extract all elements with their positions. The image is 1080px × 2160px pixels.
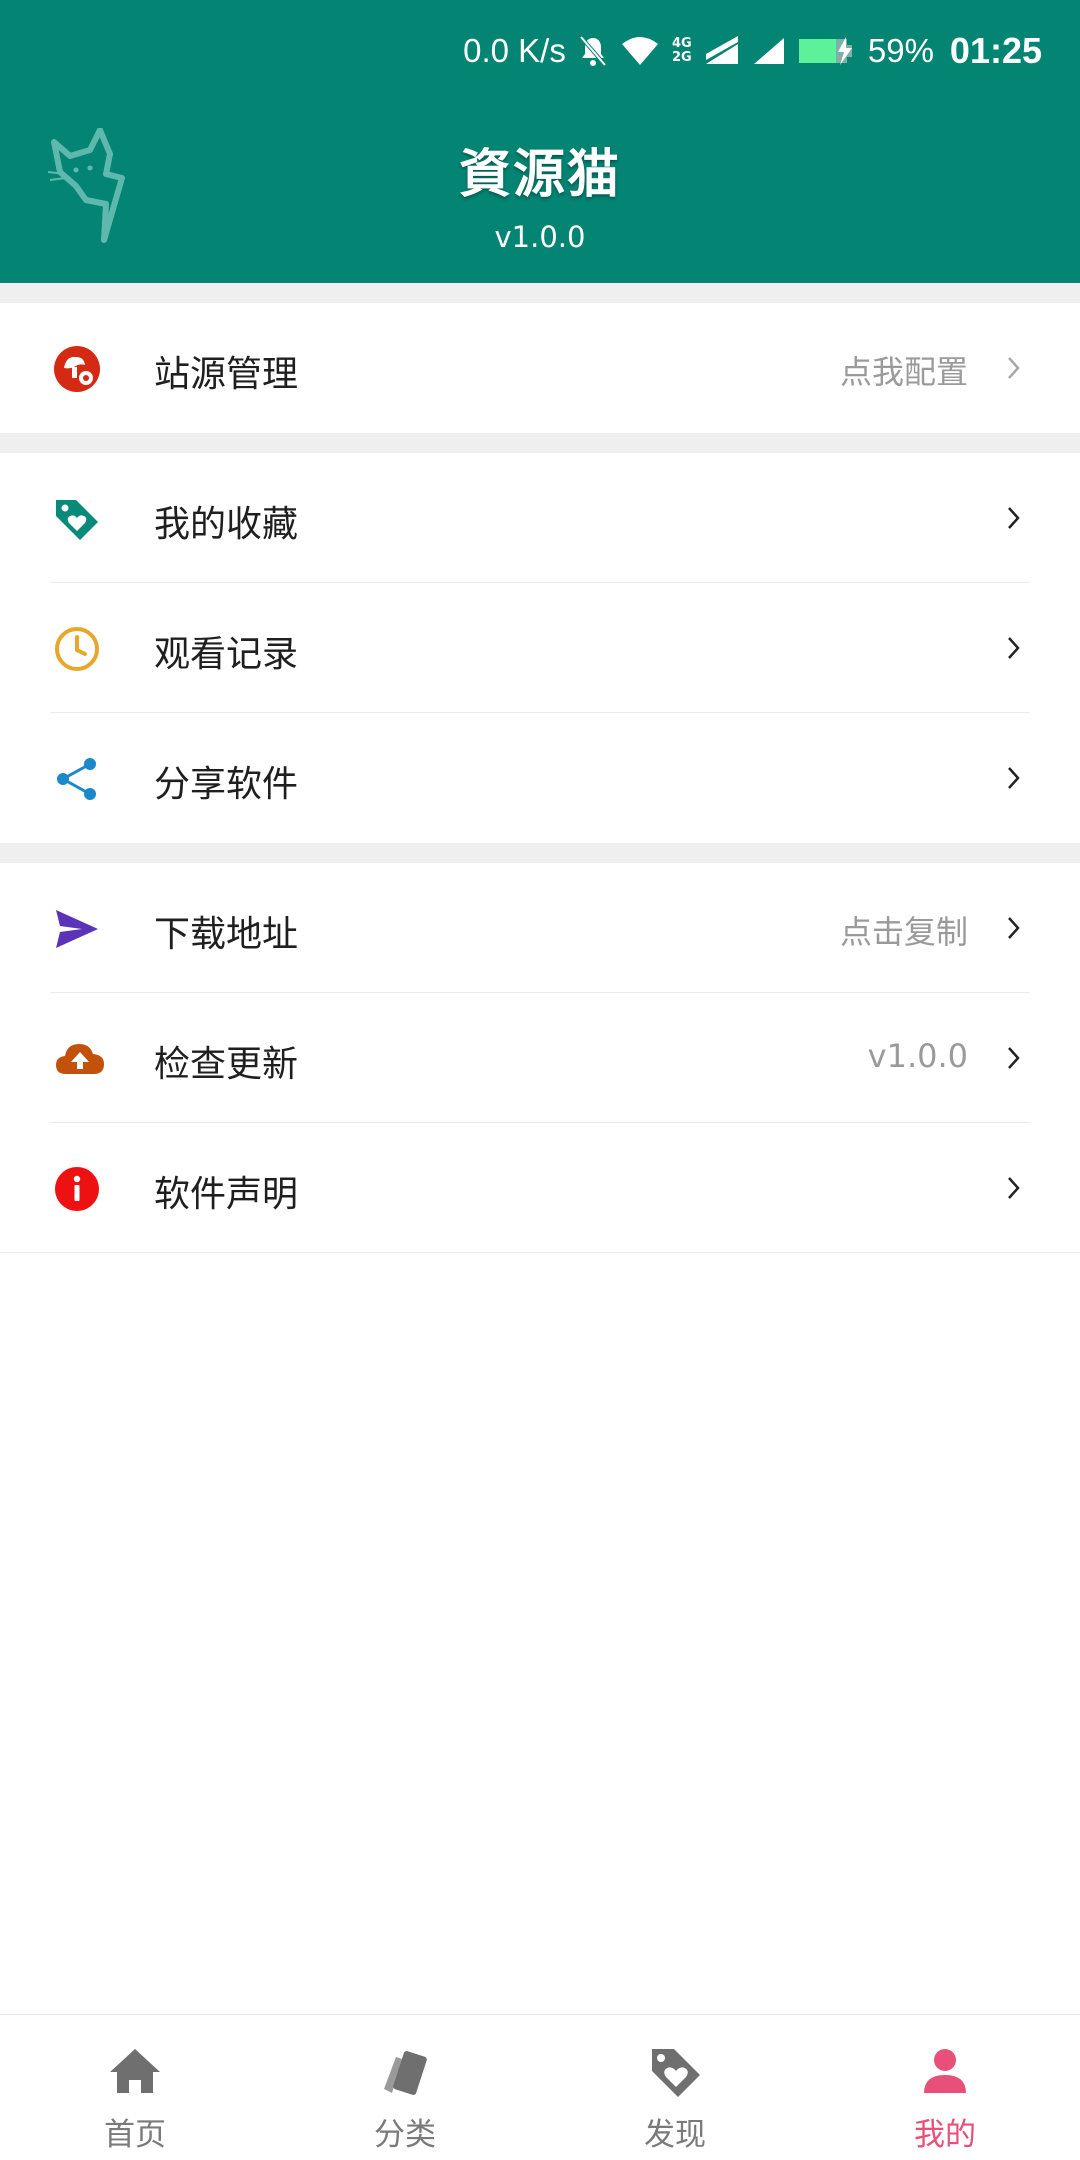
chevron-right-icon bbox=[1006, 1174, 1022, 1202]
chevron-right-icon bbox=[1006, 634, 1022, 662]
chevron-right-icon bbox=[1006, 764, 1022, 792]
tag-heart-icon bbox=[648, 2045, 702, 2099]
send-icon bbox=[54, 906, 100, 952]
nav-label: 发现 bbox=[644, 2117, 706, 2153]
nav-label: 首页 bbox=[104, 2117, 166, 2153]
chevron-right-icon bbox=[1006, 504, 1022, 532]
battery-icon bbox=[798, 36, 856, 66]
menu-value: 点击复制 bbox=[839, 913, 968, 951]
app-header: 0.0 K/s 4G 2G 59% 01:25 資源猫 v1.0.0 bbox=[0, 0, 1080, 283]
menu-label: 检查更新 bbox=[154, 1044, 299, 1085]
chevron-right-icon bbox=[1006, 1044, 1022, 1072]
menu-item-favorites[interactable]: 我的收藏 bbox=[0, 453, 1080, 583]
mute-icon bbox=[578, 34, 608, 68]
signal-icon-2 bbox=[752, 36, 786, 66]
menu-value: 点我配置 bbox=[839, 353, 968, 391]
battery-level: 59% bbox=[867, 32, 934, 69]
network-speed: 0.0 K/s bbox=[463, 32, 566, 69]
app-title: 資源猫 bbox=[458, 145, 621, 205]
user-icon bbox=[918, 2045, 972, 2099]
menu-item-update[interactable]: 检查更新 v1.0.0 bbox=[0, 993, 1080, 1123]
bottom-nav: 首页 分类 发现 我的 bbox=[0, 2014, 1080, 2160]
menu-label: 观看记录 bbox=[154, 634, 299, 675]
section-divider bbox=[0, 843, 1080, 863]
cloud-upload-icon bbox=[54, 1036, 104, 1082]
nav-category[interactable]: 分类 bbox=[270, 2015, 540, 2160]
section-divider bbox=[0, 283, 1080, 303]
nav-home[interactable]: 首页 bbox=[0, 2015, 270, 2160]
chevron-right-icon bbox=[1006, 354, 1022, 382]
menu-item-station[interactable]: 站源管理 点我配置 bbox=[0, 303, 1080, 433]
cards-icon bbox=[378, 2045, 432, 2099]
tag-heart-icon bbox=[54, 496, 100, 542]
nav-label: 分类 bbox=[374, 2117, 436, 2153]
clock-icon bbox=[54, 626, 100, 672]
status-bar: 0.0 K/s 4G 2G 59% 01:25 bbox=[463, 26, 1042, 76]
nav-discover[interactable]: 发现 bbox=[540, 2015, 810, 2160]
info-icon bbox=[54, 1166, 100, 1212]
section-divider bbox=[0, 433, 1080, 453]
profile-screen: 0.0 K/s 4G 2G 59% 01:25 資源猫 v1.0.0 站源管理 … bbox=[0, 0, 1080, 2160]
settings-menu: 站源管理 点我配置 我的收藏 观看记录 分享软件 下载地址 点击复制 检查更新 … bbox=[0, 283, 1080, 1253]
menu-label: 站源管理 bbox=[154, 354, 299, 395]
nav-mine[interactable]: 我的 bbox=[810, 2015, 1080, 2160]
mushroom-gear-icon bbox=[54, 346, 100, 392]
signal-icon-1 bbox=[704, 36, 740, 66]
nav-label: 我的 bbox=[914, 2117, 976, 2153]
menu-label: 软件声明 bbox=[154, 1174, 299, 1215]
menu-label: 我的收藏 bbox=[154, 504, 299, 545]
menu-item-download[interactable]: 下载地址 点击复制 bbox=[0, 863, 1080, 993]
wifi-icon bbox=[620, 35, 660, 67]
app-version: v1.0.0 bbox=[494, 220, 586, 254]
network-type-label: 4G 2G bbox=[672, 36, 692, 65]
menu-value: v1.0.0 bbox=[867, 1037, 968, 1075]
chevron-right-icon bbox=[1006, 914, 1022, 942]
home-icon bbox=[108, 2045, 162, 2099]
menu-item-share[interactable]: 分享软件 bbox=[0, 713, 1080, 843]
share-icon bbox=[54, 756, 100, 802]
clock: 01:25 bbox=[949, 30, 1042, 71]
menu-label: 下载地址 bbox=[154, 914, 299, 955]
menu-item-statement[interactable]: 软件声明 bbox=[0, 1123, 1080, 1253]
menu-label: 分享软件 bbox=[154, 764, 299, 805]
menu-item-history[interactable]: 观看记录 bbox=[0, 583, 1080, 713]
network-type-icon: 4G 2G bbox=[672, 37, 692, 65]
